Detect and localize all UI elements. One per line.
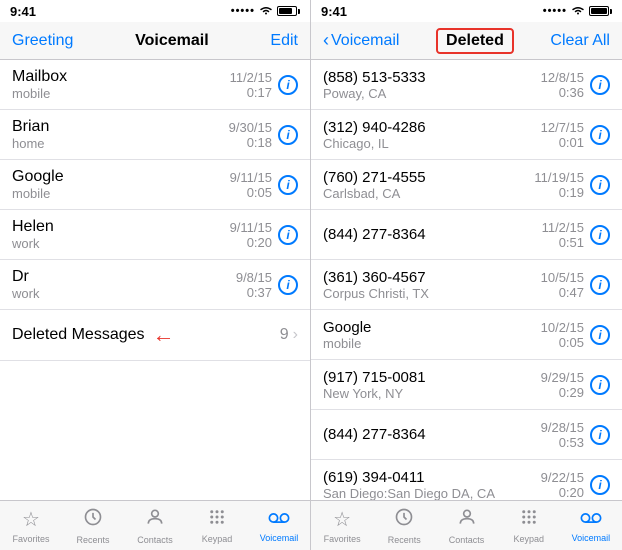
right-deleted-item[interactable]: (844) 277-8364 11/2/15 0:51 i [311, 210, 622, 260]
voicemail-label: Voicemail [260, 533, 299, 543]
r-keypad-label: Keypad [513, 534, 544, 544]
right-tab-bar: ☆ Favorites Recents Contacts Keypad Vo [311, 500, 622, 550]
left-nav-bar: Greeting Voicemail Edit [0, 22, 310, 60]
info-button[interactable]: i [590, 375, 610, 395]
info-button[interactable]: i [590, 425, 610, 445]
right-signal-icon: ••••• [543, 5, 567, 17]
right-deleted-item[interactable]: (312) 940-4286 Chicago, IL 12/7/15 0:01 … [311, 110, 622, 160]
info-button[interactable]: i [278, 125, 298, 145]
right-nav-back[interactable]: ‹ Voicemail [323, 30, 399, 51]
info-button[interactable]: i [590, 475, 610, 495]
info-button[interactable]: i [590, 125, 610, 145]
info-button[interactable]: i [590, 75, 610, 95]
right-battery-icon [589, 6, 612, 16]
right-time: 9:41 [321, 4, 347, 19]
right-deleted-item[interactable]: (361) 360-4567 Corpus Christi, TX 10/5/1… [311, 260, 622, 310]
left-tab-voicemail[interactable]: Voicemail [248, 501, 310, 550]
left-panel: 9:41 ••••• Greeting Voicemail Edit [0, 0, 311, 550]
keypad-label: Keypad [202, 534, 233, 544]
r-favorites-label: Favorites [324, 534, 361, 544]
deleted-messages-label: Deleted Messages [12, 326, 145, 344]
r-voicemail-label: Voicemail [572, 533, 611, 543]
right-deleted-item[interactable]: (917) 715-0081 New York, NY 9/29/15 0:29… [311, 360, 622, 410]
left-status-bar: 9:41 ••••• [0, 0, 310, 22]
left-voicemail-item[interactable]: Mailbox mobile 11/2/15 0:17 i [0, 60, 310, 110]
right-deleted-item[interactable]: (619) 394-0411 San Diego:San Diego DA, C… [311, 460, 622, 500]
left-voicemail-item[interactable]: Dr work 9/8/15 0:37 i [0, 260, 310, 310]
info-button[interactable]: i [590, 325, 610, 345]
favorites-icon: ☆ [22, 507, 40, 532]
chevron-right-icon: › [293, 326, 298, 344]
right-status-bar: 9:41 ••••• [311, 0, 622, 22]
left-tab-contacts[interactable]: Contacts [124, 501, 186, 550]
right-wifi-icon [571, 4, 585, 18]
left-tab-recents[interactable]: Recents [62, 501, 124, 550]
recents-label: Recents [76, 535, 109, 545]
right-deleted-item[interactable]: Google mobile 10/2/15 0:05 i [311, 310, 622, 360]
contacts-label: Contacts [137, 535, 173, 545]
r-contacts-label: Contacts [449, 535, 485, 545]
left-battery-icon [277, 6, 300, 16]
info-button[interactable]: i [278, 75, 298, 95]
info-button[interactable]: i [278, 275, 298, 295]
r-recents-icon [394, 507, 414, 533]
deleted-count: 9 [280, 326, 289, 344]
voicemail-icon [268, 508, 290, 531]
right-nav-title: Deleted [436, 28, 514, 54]
right-deleted-item[interactable]: (844) 277-8364 9/28/15 0:53 i [311, 410, 622, 460]
back-chevron-icon: ‹ [323, 30, 329, 51]
left-signal-icon: ••••• [231, 5, 255, 17]
left-voicemail-item[interactable]: Brian home 9/30/15 0:18 i [0, 110, 310, 160]
left-voicemail-list: Mailbox mobile 11/2/15 0:17 i Brian home… [0, 60, 310, 500]
r-voicemail-icon [580, 508, 602, 531]
left-time: 9:41 [10, 4, 36, 19]
left-voicemail-item[interactable]: Helen work 9/11/15 0:20 i [0, 210, 310, 260]
contacts-icon [145, 507, 165, 533]
left-tab-keypad[interactable]: Keypad [186, 501, 248, 550]
right-tab-favorites[interactable]: ☆ Favorites [311, 501, 373, 550]
right-status-icons: ••••• [543, 4, 612, 18]
info-button[interactable]: i [590, 275, 610, 295]
deleted-messages-row[interactable]: Deleted Messages ← 9 › [0, 310, 310, 361]
info-button[interactable]: i [590, 225, 610, 245]
keypad-icon [208, 508, 226, 532]
left-nav-left[interactable]: Greeting [12, 32, 73, 50]
recents-icon [83, 507, 103, 533]
left-nav-title: Voicemail [135, 32, 209, 50]
left-status-icons: ••••• [231, 4, 300, 18]
right-deleted-item[interactable]: (858) 513-5333 Poway, CA 12/8/15 0:36 i [311, 60, 622, 110]
right-nav-clear-all[interactable]: Clear All [550, 32, 610, 50]
left-tab-bar: ☆ Favorites Recents Contacts Keypad Vo [0, 500, 310, 550]
right-nav-bar: ‹ Voicemail Deleted Clear All [311, 22, 622, 60]
red-arrow-icon: ← [153, 322, 175, 348]
info-button[interactable]: i [278, 175, 298, 195]
info-button[interactable]: i [590, 175, 610, 195]
left-wifi-icon [259, 4, 273, 18]
favorites-label: Favorites [12, 534, 49, 544]
right-deleted-item[interactable]: (760) 271-4555 Carlsbad, CA 11/19/15 0:1… [311, 160, 622, 210]
right-tab-voicemail[interactable]: Voicemail [560, 501, 622, 550]
r-favorites-icon: ☆ [333, 507, 351, 532]
info-button[interactable]: i [278, 225, 298, 245]
right-deleted-list: (858) 513-5333 Poway, CA 12/8/15 0:36 i … [311, 60, 622, 500]
r-keypad-icon [520, 508, 538, 532]
left-nav-edit[interactable]: Edit [270, 32, 298, 50]
right-tab-contacts[interactable]: Contacts [435, 501, 497, 550]
left-voicemail-item[interactable]: Google mobile 9/11/15 0:05 i [0, 160, 310, 210]
right-tab-keypad[interactable]: Keypad [498, 501, 560, 550]
right-tab-recents[interactable]: Recents [373, 501, 435, 550]
left-tab-favorites[interactable]: ☆ Favorites [0, 501, 62, 550]
right-panel: 9:41 ••••• ‹ Voicemail Deleted Clear All [311, 0, 622, 550]
r-contacts-icon [457, 507, 477, 533]
r-recents-label: Recents [388, 535, 421, 545]
